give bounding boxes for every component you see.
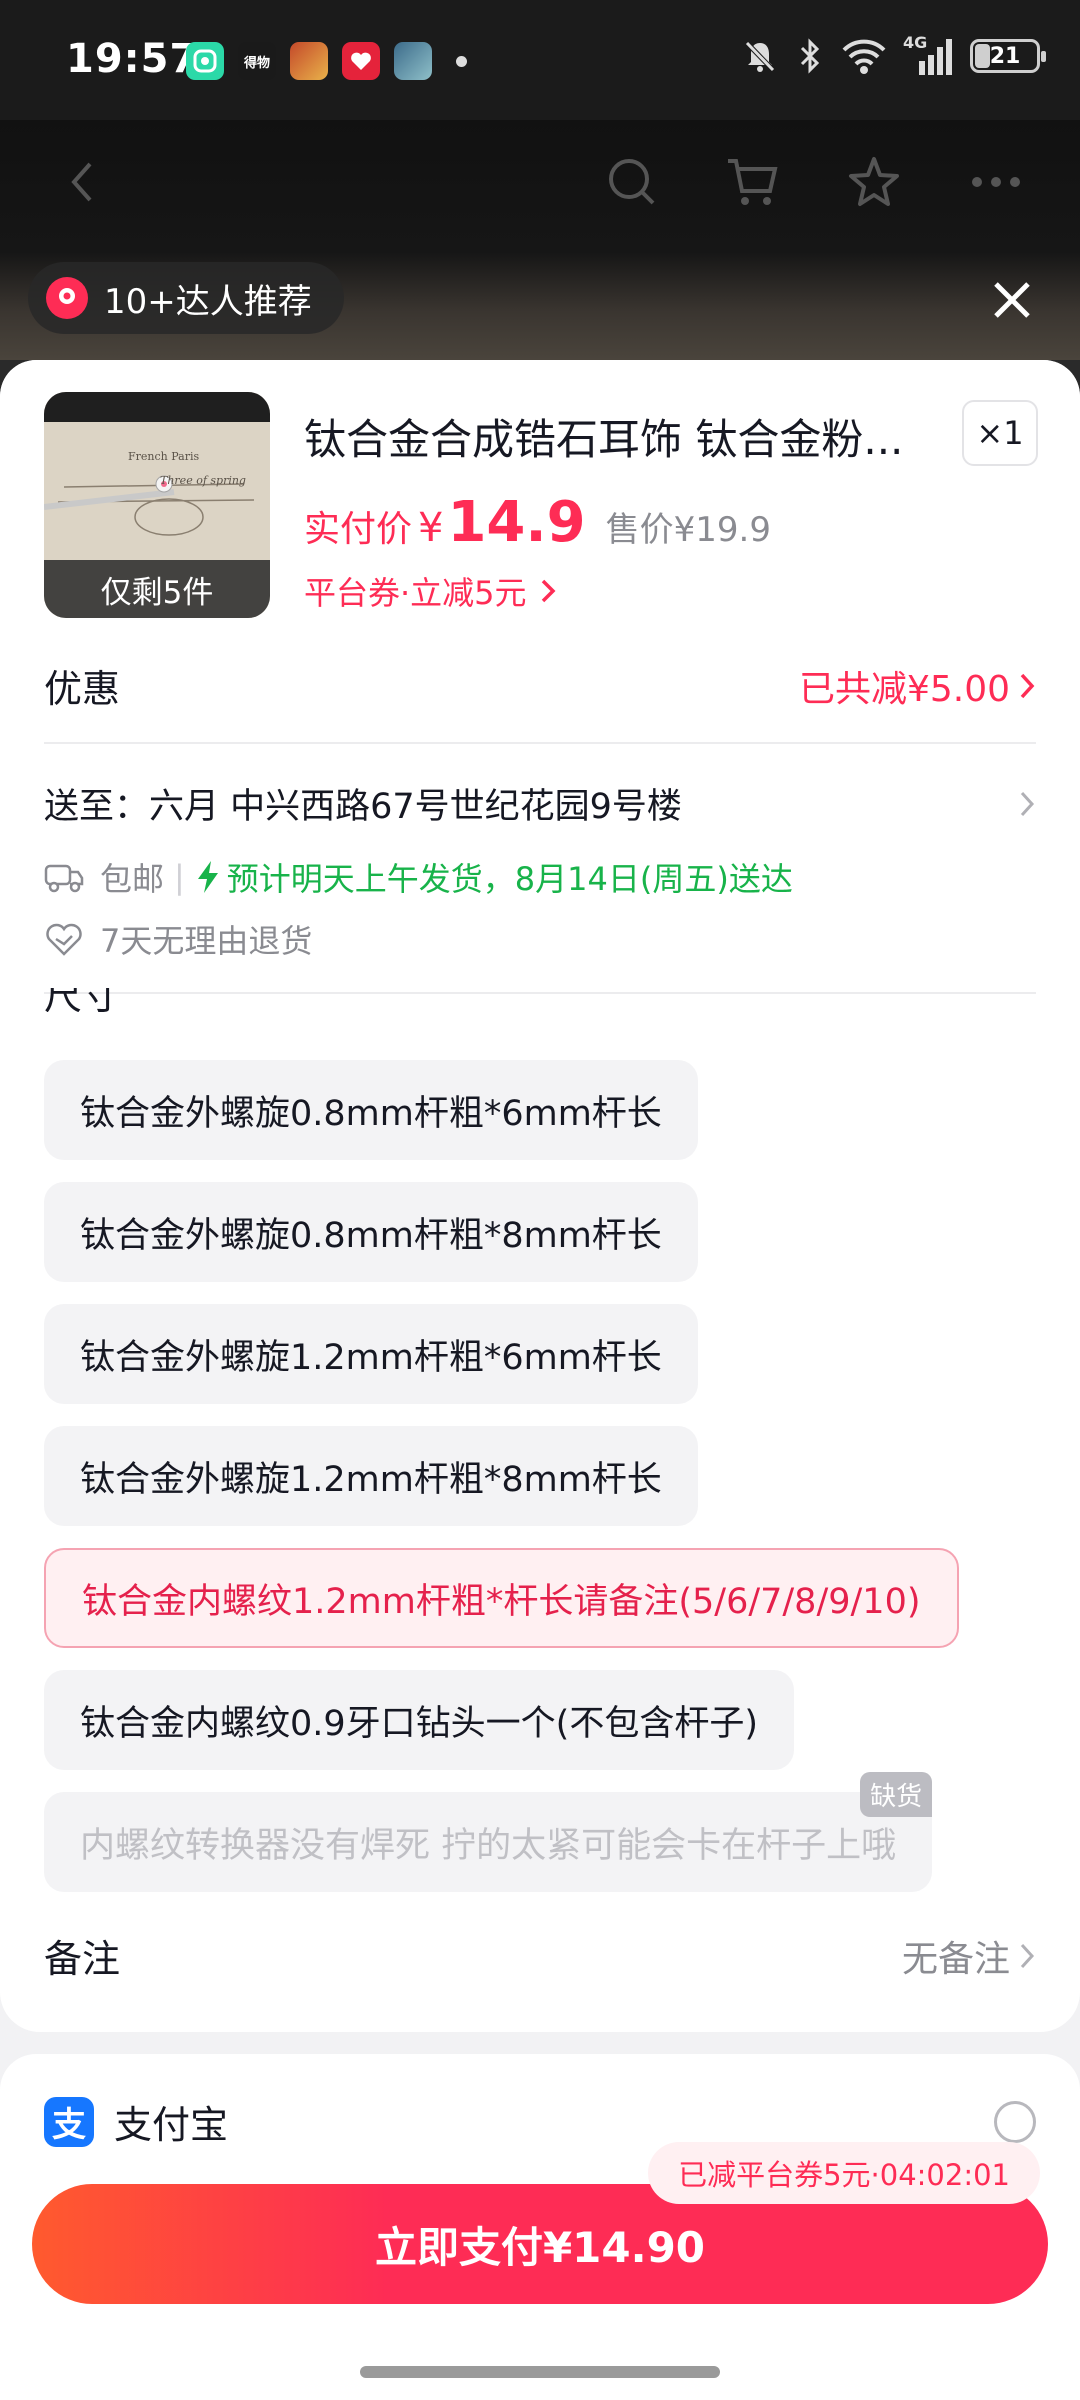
product-title: 钛合金合成锆石耳饰 钛合金粉...	[304, 415, 904, 464]
size-section-label: 尺寸	[44, 988, 121, 1012]
recommend-text: 10+达人推荐	[104, 281, 312, 322]
separator: |	[174, 858, 185, 896]
divider	[44, 992, 1036, 994]
remark-row[interactable]: 备注 无备注	[44, 1928, 1036, 1983]
product-thumbnail[interactable]: French Paris Three of spring 仅剩5件	[44, 392, 270, 618]
more-notifications-dot	[456, 55, 467, 67]
option-label: 钛合金外螺旋1.2mm杆粗*6mm杆长	[80, 1337, 662, 1378]
actual-price-label: 实付价	[304, 509, 413, 550]
coupon-timer-tip: 已减平台券5元·04:02:01	[648, 2142, 1040, 2204]
heart-shield-icon	[46, 923, 82, 956]
stock-remaining-tag: 仅剩5件	[44, 560, 270, 618]
platform-coupon-link[interactable]: 平台券·立减5元	[304, 568, 557, 614]
bluetooth-icon	[800, 38, 820, 74]
shipping-info: 包邮 | 预计明天上午发货，8月14日(周五)送达	[44, 854, 793, 900]
free-shipping-label: 包邮	[100, 860, 165, 898]
cellular-signal-icon: 4G	[903, 33, 952, 75]
wifi-icon	[842, 39, 886, 74]
thumbnail-caption-bottom: Three of spring	[160, 474, 246, 487]
influencer-recommend-pill[interactable]: 10+达人推荐	[28, 262, 344, 334]
return-policy: 7天无理由退货	[44, 916, 312, 962]
discount-row[interactable]: 优惠 已共减¥5.00	[44, 658, 1036, 713]
lightning-icon	[197, 861, 218, 893]
currency-symbol: ¥	[418, 505, 444, 551]
discount-amount: 已共减¥5.00	[798, 668, 1010, 710]
remark-value: 无备注	[902, 1930, 1036, 1982]
chevron-right-icon	[541, 579, 556, 603]
return-policy-text: 7天无理由退货	[100, 922, 313, 960]
chevron-right-icon	[1020, 791, 1035, 816]
cart-icon[interactable]	[720, 150, 784, 214]
close-sheet-icon[interactable]	[984, 272, 1040, 328]
divider	[44, 742, 1036, 744]
back-arrow-icon[interactable]	[50, 150, 114, 214]
checkout-sheet: French Paris Three of spring 仅剩5件 钛合金合成锆…	[0, 360, 1080, 2400]
mute-bell-icon	[745, 41, 775, 72]
actual-price: 14.9	[447, 490, 586, 555]
battery-icon: 21	[970, 39, 1046, 73]
quantity-selector[interactable]: ×1	[962, 400, 1038, 466]
remark-label: 备注	[44, 1937, 121, 1981]
battery-level: 21	[989, 43, 1021, 69]
shopping-app-icon	[342, 42, 380, 80]
discount-label: 优惠	[44, 667, 121, 711]
price-row: 实付价 ¥ 14.9 售价¥19.9	[304, 490, 771, 555]
option-label: 钛合金内螺纹0.9牙口钻头一个(不包含杆子)	[80, 1703, 758, 1744]
status-app-icons: 得物	[186, 42, 467, 80]
shipping-address: 送至：六月 中兴西路67号世纪花园9号楼	[44, 787, 682, 827]
alipay-icon: 支	[44, 2096, 94, 2147]
size-option[interactable]: 钛合金外螺旋1.2mm杆粗*8mm杆长	[44, 1426, 698, 1526]
size-option-out-of-stock[interactable]: 内螺纹转换器没有焊死 拧的太紧可能会卡在杆子上哦 缺货	[44, 1772, 933, 1892]
payment-method-label: 支付宝	[114, 2103, 229, 2147]
status-time: 19:57	[66, 36, 199, 82]
size-option-selected[interactable]: 钛合金内螺纹1.2mm杆粗*杆长请备注(5/6/7/8/9/10)	[44, 1548, 959, 1648]
option-label: 钛合金外螺旋0.8mm杆粗*6mm杆长	[80, 1093, 662, 1134]
out-of-stock-badge: 缺货	[860, 1772, 933, 1817]
search-icon[interactable]	[600, 150, 664, 214]
chevron-right-icon	[1020, 673, 1035, 698]
favorite-star-icon[interactable]	[842, 150, 906, 214]
option-label: 内螺纹转换器没有焊死 拧的太紧可能会卡在杆子上哦	[80, 1825, 897, 1866]
status-system-icons: 4G 21	[741, 33, 1046, 76]
option-label: 钛合金内螺纹1.2mm杆粗*杆长请备注(5/6/7/8/9/10)	[82, 1581, 921, 1622]
remark-text: 无备注	[901, 1938, 1010, 1980]
original-price: 售价¥19.9	[605, 510, 771, 550]
game2-app-icon	[394, 42, 432, 80]
size-option[interactable]: 钛合金外螺旋0.8mm杆粗*6mm杆长	[44, 1060, 698, 1160]
thumbnail-caption-top: French Paris	[128, 450, 200, 463]
option-label: 钛合金外螺旋1.2mm杆粗*8mm杆长	[80, 1459, 662, 1500]
dewu-app-icon: 得物	[238, 42, 276, 80]
address-row[interactable]: 送至：六月 中兴西路67号世纪花园9号楼	[44, 778, 1036, 829]
order-details-card: French Paris Three of spring 仅剩5件 钛合金合成锆…	[0, 360, 1080, 2032]
status-bar: 19:57 得物 4G 21	[0, 0, 1080, 120]
delivery-truck-icon	[44, 864, 84, 893]
option-label: 钛合金外螺旋0.8mm杆粗*8mm杆长	[80, 1215, 662, 1256]
delivery-eta: 预计明天上午发货，8月14日(周五)送达	[226, 860, 793, 898]
payment-radio[interactable]	[994, 2100, 1036, 2143]
game-app-icon	[290, 42, 328, 80]
background-nav-bar	[0, 150, 1080, 220]
discount-value: 已共减¥5.00	[799, 660, 1036, 712]
recommend-icon	[46, 277, 88, 319]
coupon-text: 平台券·立减5元	[304, 574, 527, 612]
chevron-right-icon	[1020, 1943, 1035, 1968]
size-option[interactable]: 钛合金外螺旋1.2mm杆粗*6mm杆长	[44, 1304, 698, 1404]
app-notification-icon	[186, 42, 224, 80]
alipay-option[interactable]: 支 支付宝	[44, 2094, 1036, 2149]
size-option[interactable]: 钛合金内螺纹0.9牙口钻头一个(不包含杆子)	[44, 1670, 794, 1770]
home-indicator[interactable]	[360, 2366, 720, 2378]
size-option[interactable]: 钛合金外螺旋0.8mm杆粗*8mm杆长	[44, 1182, 698, 1282]
network-type-label: 4G	[903, 33, 928, 52]
more-icon[interactable]	[964, 150, 1028, 214]
